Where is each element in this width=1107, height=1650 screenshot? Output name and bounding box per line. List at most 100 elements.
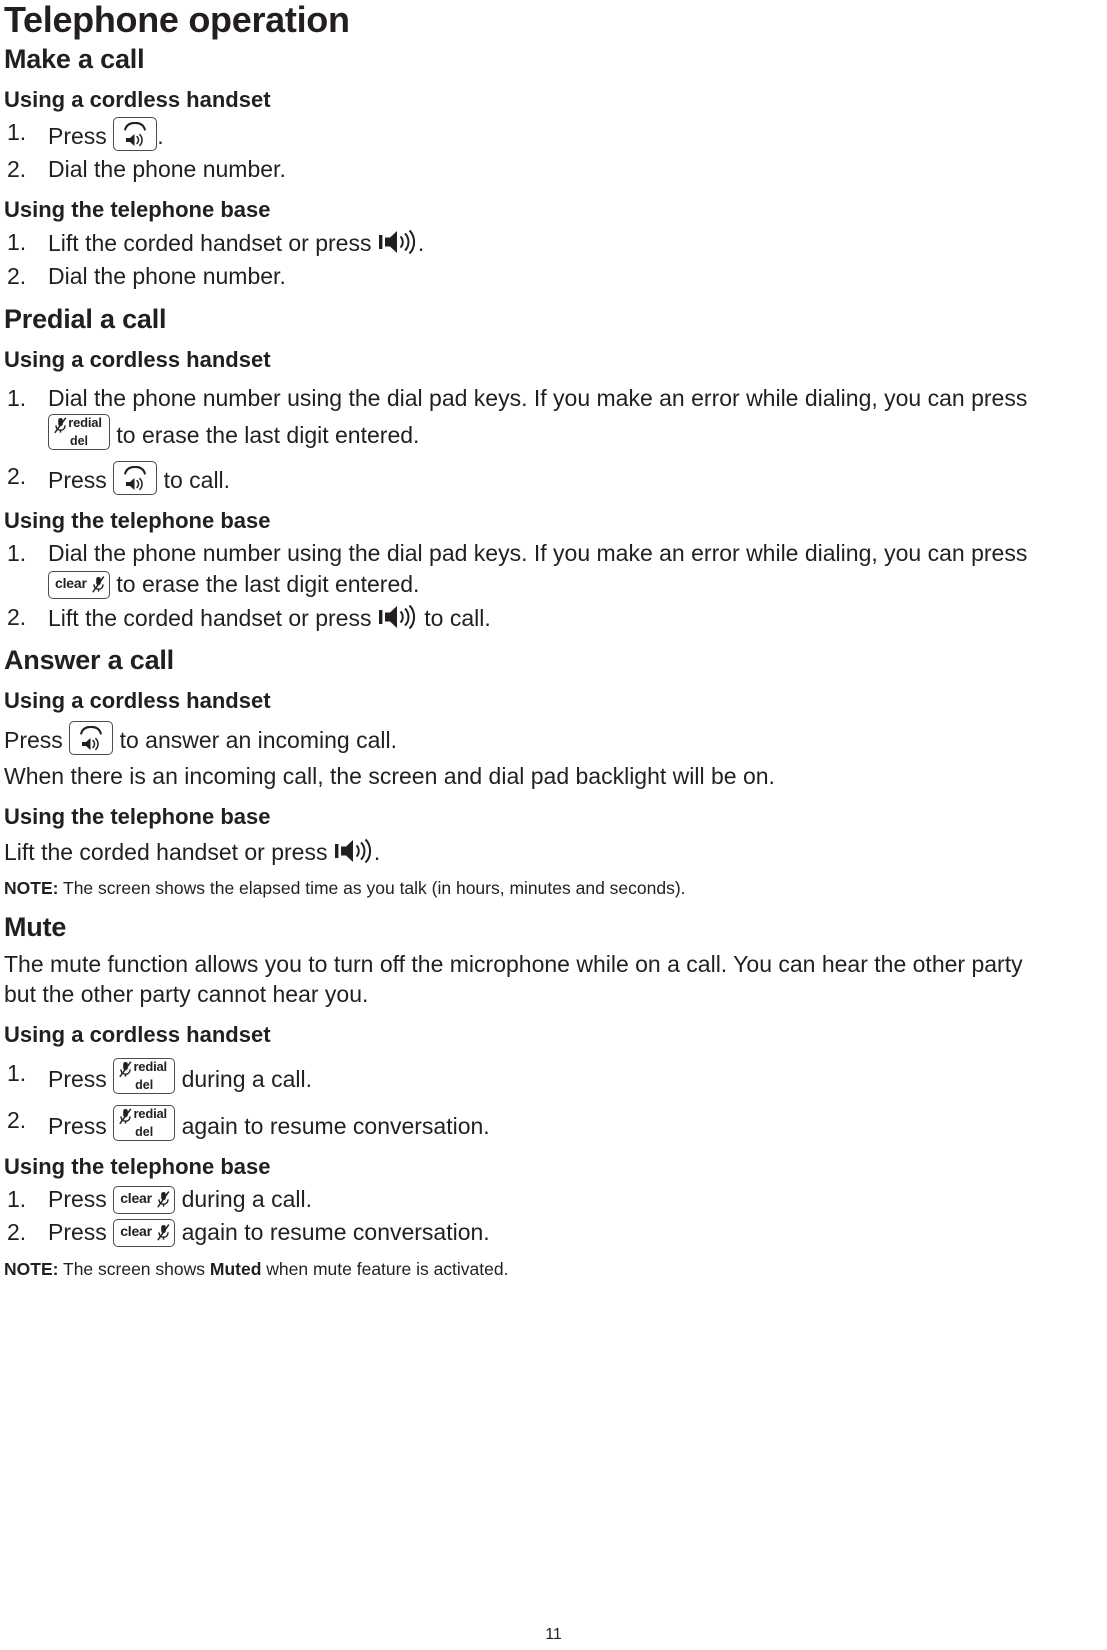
talk-key-icon (113, 460, 158, 495)
redial-label: redial (133, 1059, 167, 1075)
list-item: Press redial del during a call. (4, 1058, 1052, 1095)
step-text: Press (48, 1066, 114, 1093)
note-bold-word: Muted (209, 1258, 262, 1279)
step-text-post: to erase the last digit entered. (110, 421, 420, 448)
subheading-telephone-base-mute: Using the telephone base (4, 1153, 271, 1179)
clear-key-icon: clear (113, 1219, 176, 1248)
text-before-icon: Lift the corded handset or press (4, 838, 334, 865)
step-text-post: during a call. (175, 1186, 312, 1213)
list-item: Lift the corded handset or press to call… (4, 602, 1052, 634)
list-item: Dial the phone number using the dial pad… (4, 383, 1052, 451)
steps-mute-cordless: Press redial del during a call. Press re… (4, 1058, 1052, 1142)
steps-mute-base: Press clear during a call. Press clear a… (4, 1184, 1052, 1248)
step-text: Press (48, 1219, 114, 1246)
step-text: Press (48, 123, 114, 150)
handset-glyph (124, 465, 147, 475)
manual-page: Telephone operation Make a call Using a … (0, 0, 1107, 1650)
answer-base-instruction: Lift the corded handset or press . (4, 836, 1052, 867)
step-text-post: to erase the last digit entered. (110, 570, 420, 597)
list-item: Press . (4, 117, 1052, 152)
mic-mute-glyph (157, 1190, 170, 1209)
step-text-post: to call. (417, 604, 491, 631)
step-text: Press (48, 1186, 114, 1213)
clear-label: clear (55, 574, 87, 591)
mic-mute-glyph (92, 575, 105, 594)
note-elapsed-time: NOTE: The screen shows the elapsed time … (4, 877, 1052, 900)
text-after-icon: . (373, 838, 381, 865)
list-item: Dial the phone number. (4, 154, 1052, 185)
speaker-icon (378, 227, 418, 257)
speaker-glyph (123, 132, 147, 148)
handset-glyph (124, 122, 147, 131)
section-heading-make-a-call: Make a call (4, 43, 145, 74)
answer-cordless-instruction: Press to answer an incoming call. (4, 720, 1052, 755)
clear-label: clear (120, 1190, 152, 1207)
subheading-telephone-base-make-call: Using the telephone base (4, 196, 271, 222)
speaker-glyph (79, 736, 103, 752)
steps-make-call-base: Lift the corded handset or press . Dial … (4, 227, 1052, 292)
step-text: Dial the phone number using the dial pad… (48, 539, 1028, 566)
redial-label: redial (133, 1106, 167, 1121)
step-text-post: again to resume conversation. (175, 1113, 490, 1139)
step-text-post: again to resume conversation. (175, 1219, 490, 1246)
list-item: Dial the phone number. (4, 261, 1052, 292)
note-text-before: The screen shows (58, 1258, 210, 1279)
list-item: Dial the phone number using the dial pad… (4, 538, 1052, 600)
mute-description: The mute function allows you to turn off… (4, 951, 1023, 1008)
step-text-post: during a call. (175, 1066, 312, 1093)
speaker-glyph (123, 476, 147, 492)
mic-mute-glyph (157, 1223, 170, 1242)
steps-make-call-cordless: Press . Dial the phone number. (4, 117, 1052, 185)
speaker-icon (334, 836, 374, 866)
step-text: Lift the corded handset or press (48, 604, 378, 631)
subheading-telephone-base-answer: Using the telephone base (4, 803, 271, 829)
text-after-icon: to answer an incoming call. (113, 726, 397, 753)
list-item: Lift the corded handset or press . (4, 227, 1052, 259)
section-heading-mute: Mute (4, 912, 67, 943)
talk-key-icon (113, 117, 158, 152)
redial-del-key-icon: redial del (48, 413, 110, 450)
list-item: Press clear again to resume conversation… (4, 1217, 1052, 1248)
clear-key-icon: clear (48, 570, 110, 599)
steps-predial-base: Dial the phone number using the dial pad… (4, 538, 1052, 633)
step-text: Press (48, 1113, 114, 1139)
list-item: Press to call. (4, 460, 1052, 496)
step-text-post: . (417, 230, 425, 257)
step-text: Press (48, 466, 114, 493)
section-heading-answer-a-call: Answer a call (4, 645, 174, 676)
note-label: NOTE: (4, 878, 59, 899)
del-label: del (69, 433, 89, 448)
list-item: Press redial del again to resume convers… (4, 1105, 1052, 1142)
redial-del-key-icon: redial del (113, 1058, 176, 1095)
del-label: del (135, 1078, 154, 1093)
redial-del-key-icon: redial del (113, 1105, 176, 1141)
step-text: Dial the phone number. (48, 262, 286, 289)
step-text: Dial the phone number using the dial pad… (48, 385, 1028, 412)
page-title: Telephone operation (4, 0, 350, 40)
note-label: NOTE: (4, 1258, 59, 1279)
steps-predial-cordless: Dial the phone number using the dial pad… (4, 383, 1052, 495)
subheading-cordless-handset-answer: Using a cordless handset (4, 688, 271, 714)
note-muted: NOTE: The screen shows Muted when mute f… (4, 1258, 1052, 1281)
answer-backlight-note: When there is an incoming call, the scre… (4, 763, 775, 790)
page-number: 11 (545, 1626, 562, 1643)
subheading-cordless-handset-make-call: Using a cordless handset (4, 86, 271, 112)
text-before-icon: Press (4, 726, 70, 753)
talk-key-icon (69, 720, 114, 755)
step-text: Lift the corded handset or press (48, 230, 378, 257)
section-heading-predial-a-call: Predial a call (4, 303, 167, 334)
step-text-post: . (157, 123, 164, 150)
note-text-after: when mute feature is activated. (261, 1258, 509, 1279)
step-text: Dial the phone number. (48, 155, 286, 182)
clear-key-icon: clear (113, 1186, 176, 1215)
subheading-cordless-handset-predial: Using a cordless handset (4, 346, 271, 372)
subheading-telephone-base-predial: Using the telephone base (4, 507, 271, 533)
speaker-icon (378, 602, 418, 632)
step-text-post: to call. (157, 466, 231, 493)
subheading-cordless-handset-mute: Using a cordless handset (4, 1021, 271, 1047)
clear-label: clear (120, 1223, 152, 1240)
redial-label: redial (68, 414, 102, 430)
list-item: Press clear during a call. (4, 1184, 1052, 1215)
del-label: del (135, 1125, 154, 1139)
handset-glyph (80, 725, 103, 735)
